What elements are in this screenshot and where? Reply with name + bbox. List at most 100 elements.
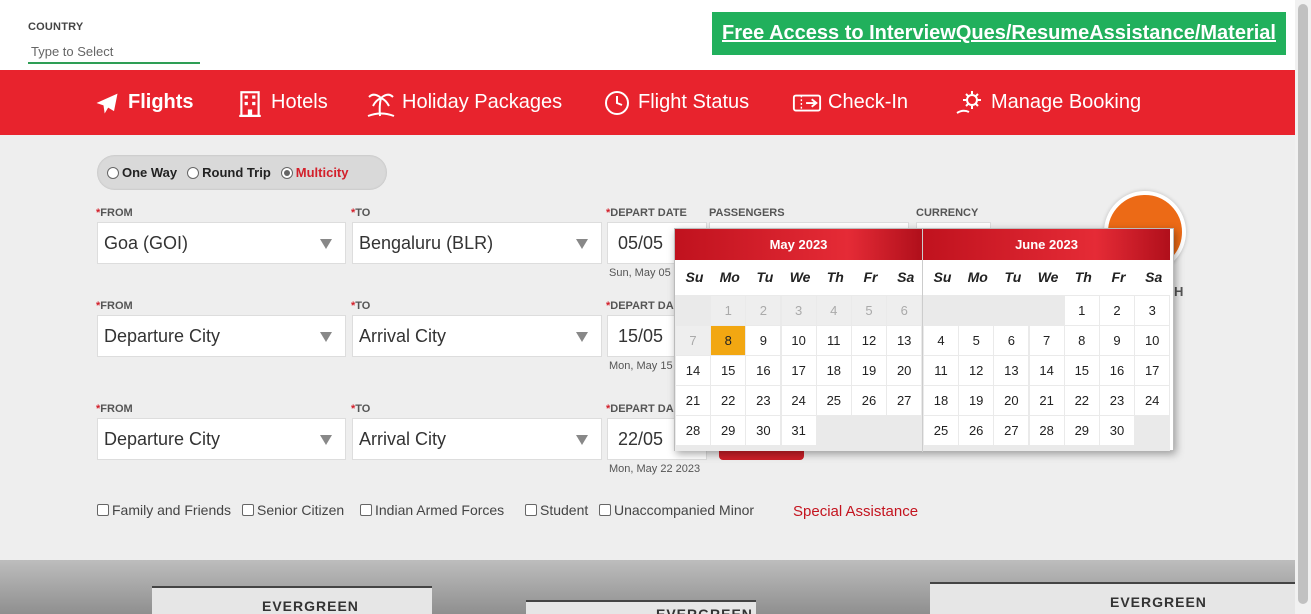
calendar-day[interactable]: 21 [676,386,710,415]
hangar-building: EVERGREEN [152,586,432,614]
calendar-day[interactable]: 26 [959,416,994,445]
to-select-2[interactable]: Arrival City [352,315,602,357]
passengers-label: PASSENGERS [709,207,785,219]
calendar-day[interactable]: 9 [746,326,781,355]
airport-banner-image: EVERGREEN EVERGREEN EVERGREEN [0,560,1295,614]
calendar-day[interactable]: 27 [994,416,1029,445]
calendar-day[interactable]: 14 [676,356,710,385]
page-scrollbar[interactable] [1295,0,1311,614]
calendar-day[interactable]: 15 [1064,356,1099,385]
calendar-day[interactable]: 20 [887,356,922,385]
hangar-building: EVERGREEN [930,582,1295,614]
calendar-day[interactable]: 13 [887,326,922,355]
calendar-day[interactable]: 6 [994,326,1029,355]
calendar-day[interactable]: 25 [816,386,851,415]
calendar-day[interactable]: 20 [994,386,1029,415]
calendar-day[interactable]: 18 [816,356,851,385]
checkbox-unaccompanied-minor[interactable]: Unaccompanied Minor [599,502,754,518]
special-assistance-link[interactable]: Special Assistance [793,503,918,520]
calendar-day[interactable]: 16 [746,356,781,385]
calendar-day[interactable]: 10 [1135,326,1170,355]
calendar-day[interactable]: 22 [1064,386,1099,415]
nav-flights[interactable]: Flights [92,70,194,135]
nav-manage-booking[interactable]: Manage Booking [955,70,1141,135]
nav-hotels-label: Hotels [271,91,328,113]
calendar-day[interactable]: 29 [711,416,746,445]
checkbox-senior-citizen[interactable]: Senior Citizen [242,502,344,518]
country-input[interactable] [28,40,200,64]
calendar-day[interactable]: 12 [852,326,886,355]
radio-round-trip[interactable]: Round Trip [187,165,271,180]
country-label: COUNTRY [28,21,84,33]
calendar-day[interactable]: 17 [781,356,816,385]
calendar-day[interactable]: 9 [1100,326,1134,355]
calendar-day[interactable]: 2 [1100,296,1134,325]
nav-flight-status[interactable]: Flight Status [602,70,749,135]
calendar-day[interactable]: 8 [1064,326,1099,355]
checkbox-student[interactable]: Student [525,502,588,518]
calendar-day[interactable]: 12 [959,356,994,385]
chevron-down-icon [576,239,588,249]
weekday-header: Tu [756,269,774,285]
calendar-day[interactable]: 26 [852,386,886,415]
to-select-1[interactable]: Bengaluru (BLR) [352,222,602,264]
weekday-header: Mo [719,269,740,285]
calendar-day[interactable]: 30 [746,416,781,445]
calendar-day[interactable]: 23 [1100,386,1134,415]
calendar-day[interactable]: 28 [1029,416,1064,445]
palm-tree-icon [366,88,396,118]
calendar-day[interactable]: 7 [1029,326,1064,355]
calendar-day[interactable]: 19 [959,386,994,415]
calendar-day[interactable]: 11 [816,326,851,355]
weekday-header: We [1037,269,1059,285]
calendar-day[interactable]: 5 [959,326,994,355]
calendar-day[interactable]: 1 [1064,296,1099,325]
nav-holiday-label: Holiday Packages [402,91,563,113]
calendar-day[interactable]: 18 [924,386,958,415]
calendar-day[interactable]: 14 [1029,356,1064,385]
calendar-day: 3 [781,296,816,325]
calendar-day-selected[interactable]: 8 [711,326,746,355]
from-select-3[interactable]: Departure City [97,418,346,460]
calendar-day[interactable]: 13 [994,356,1029,385]
calendar-day[interactable]: 4 [924,326,958,355]
calendar-day[interactable]: 31 [781,416,816,445]
calendar-day[interactable]: 23 [746,386,781,415]
calendar-day[interactable]: 22 [711,386,746,415]
checkbox-armed-forces[interactable]: Indian Armed Forces [360,502,504,518]
calendar-day[interactable]: 29 [1064,416,1099,445]
calendar-day[interactable]: 24 [781,386,816,415]
from-select-1[interactable]: Goa (GOI) [97,222,346,264]
calendar-day[interactable]: 17 [1135,356,1170,385]
calendar-day[interactable]: 25 [924,416,958,445]
calendar-day[interactable]: 3 [1135,296,1170,325]
promo-link[interactable]: Free Access to InterviewQues/ResumeAssis… [712,12,1286,55]
to-select-3[interactable]: Arrival City [352,418,602,460]
hangar-building: EVERGREEN [526,600,756,614]
checkbox-family-friends[interactable]: Family and Friends [97,502,231,518]
calendar-day[interactable]: 27 [887,386,922,415]
calendar-day[interactable]: 21 [1029,386,1064,415]
calendar-day[interactable]: 28 [676,416,710,445]
nav-holiday-packages[interactable]: Holiday Packages [366,70,562,135]
calendar-day[interactable]: 15 [711,356,746,385]
from-select-2[interactable]: Departure City [97,315,346,357]
calendar-day[interactable]: 24 [1135,386,1170,415]
weekday-header: Mo [967,269,988,285]
weekday-header: Su [685,269,704,285]
ticket-icon [792,88,822,118]
nav-check-in[interactable]: Check-In [792,70,908,135]
radio-multicity[interactable]: Multicity [280,165,349,180]
chevron-down-icon [320,332,332,342]
calendar-day[interactable]: 16 [1100,356,1134,385]
radio-one-way[interactable]: One Way [107,165,177,180]
nav-manage-label: Manage Booking [991,91,1142,113]
depart-label-3: *DEPART DA [606,403,674,415]
calendar-day[interactable]: 10 [781,326,816,355]
calendar-day[interactable]: 19 [852,356,886,385]
calendar-day[interactable]: 11 [924,356,958,385]
month-title: May 2023 [675,229,922,260]
nav-hotels[interactable]: Hotels [235,70,328,135]
from-label-2: *FROM [96,300,133,312]
calendar-day[interactable]: 30 [1100,416,1134,445]
